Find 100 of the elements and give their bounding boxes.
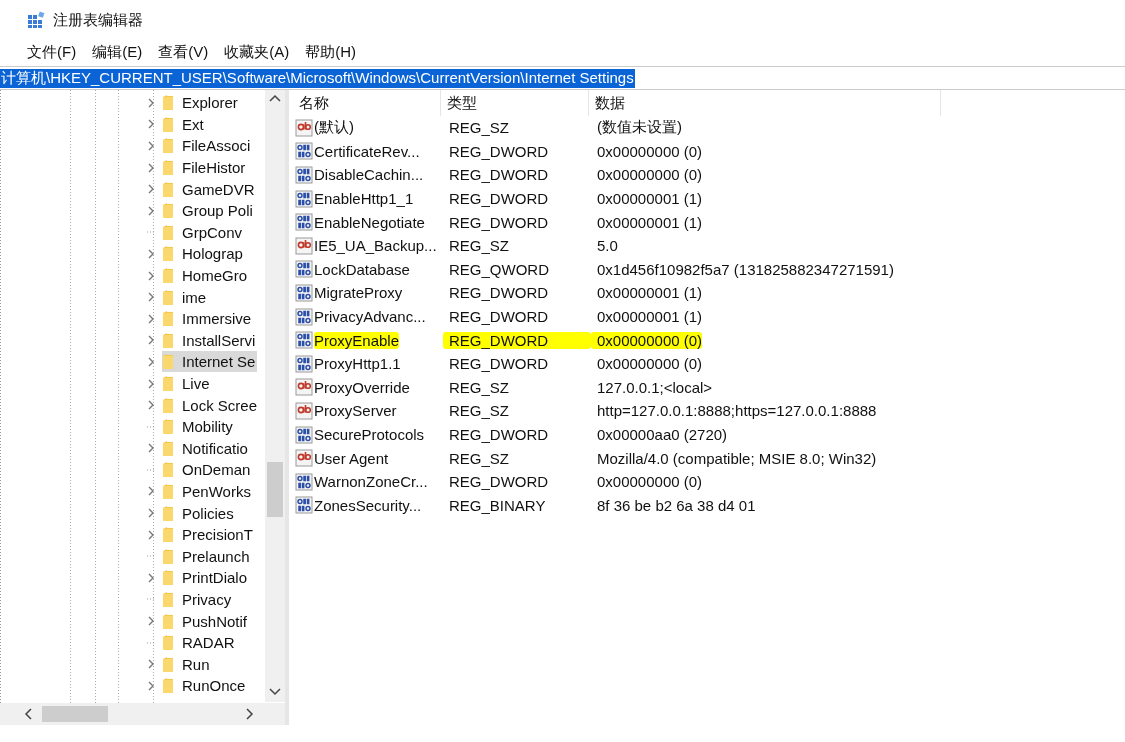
expand-chevron-icon[interactable] bbox=[146, 118, 156, 131]
tree-item[interactable]: Prelaunch bbox=[162, 545, 252, 567]
value-name[interactable]: PrivacyAdvanc... bbox=[314, 308, 426, 326]
value-type: REG_DWORD bbox=[443, 331, 591, 349]
folder-icon bbox=[162, 159, 174, 177]
expand-chevron-icon[interactable] bbox=[146, 312, 156, 325]
horizontal-scrollbar[interactable] bbox=[0, 703, 285, 725]
folder-icon bbox=[162, 331, 174, 349]
column-header[interactable]: 数据 bbox=[589, 90, 941, 116]
tree-item[interactable]: Immersive bbox=[162, 308, 254, 330]
tree-item[interactable]: Run bbox=[162, 653, 212, 675]
expand-chevron-icon[interactable] bbox=[146, 658, 156, 671]
menu-item[interactable]: 收藏夹(A) bbox=[223, 42, 291, 62]
vertical-scrollbar[interactable] bbox=[265, 90, 285, 702]
scroll-left-icon[interactable] bbox=[24, 708, 34, 720]
tree-item[interactable]: RunOnce bbox=[162, 675, 248, 697]
value-name[interactable]: WarnonZoneCr... bbox=[314, 473, 428, 491]
tree-item[interactable]: PrintDialo bbox=[162, 567, 250, 589]
tree-item[interactable]: Notificatio bbox=[162, 437, 250, 459]
tree-item[interactable]: InstallServi bbox=[162, 329, 258, 351]
menu-item[interactable]: 编辑(E) bbox=[91, 42, 144, 62]
folder-icon bbox=[162, 655, 174, 673]
expand-chevron-icon[interactable] bbox=[146, 615, 156, 628]
folder-icon bbox=[162, 288, 174, 306]
tree-item[interactable]: OnDeman bbox=[162, 459, 253, 481]
value-name[interactable]: DisableCachin... bbox=[314, 166, 424, 184]
value-name[interactable]: SecureProtocols bbox=[314, 426, 425, 443]
value-data: 0x1d456f10982f5a7 (131825882347271591) bbox=[596, 260, 894, 278]
value-data: (数值未设置) bbox=[596, 118, 682, 138]
tree-item[interactable]: FileHistor bbox=[162, 157, 248, 179]
folder-icon bbox=[162, 94, 174, 112]
tree-item[interactable]: Internet Se bbox=[162, 351, 258, 373]
column-header[interactable]: 名称 bbox=[293, 90, 441, 116]
value-name[interactable]: EnableNegotiate bbox=[314, 213, 425, 231]
value-type: REG_QWORD bbox=[448, 260, 550, 278]
value-name[interactable]: IE5_UA_Backup... bbox=[314, 237, 437, 255]
tree-item[interactable]: Ext bbox=[162, 113, 206, 135]
expand-chevron-icon[interactable] bbox=[146, 571, 156, 584]
tree-item[interactable]: PushNotif bbox=[162, 610, 250, 632]
value-name[interactable]: ZonesSecurity... bbox=[314, 496, 422, 514]
address-bar[interactable]: 计算机\HKEY_CURRENT_USER\Software\Microsoft\Windows\CurrentVersion\Internet Settings bbox=[0, 66, 1125, 90]
value-type: REG_DWORD bbox=[448, 142, 550, 160]
expand-chevron-icon[interactable] bbox=[146, 679, 156, 692]
tree-item[interactable]: Live bbox=[162, 373, 212, 394]
value-data: http=127.0.0.1:8888;https=127.0.0.1:8888 bbox=[596, 402, 877, 420]
scroll-up-icon[interactable] bbox=[269, 94, 281, 104]
tree-item[interactable]: Privacy bbox=[162, 588, 234, 610]
expand-chevron-icon[interactable] bbox=[146, 291, 156, 304]
expand-chevron-icon[interactable] bbox=[146, 96, 156, 109]
value-name[interactable]: ProxyServer bbox=[314, 402, 397, 420]
expand-chevron-icon[interactable] bbox=[146, 183, 156, 196]
value-name[interactable]: ProxyEnable bbox=[314, 331, 400, 349]
value-data: 0x00000000 (0) bbox=[596, 355, 703, 373]
expand-chevron-icon[interactable] bbox=[146, 334, 156, 347]
expand-chevron-icon[interactable] bbox=[146, 355, 156, 368]
expand-chevron-icon[interactable] bbox=[146, 442, 156, 455]
tree-item[interactable]: GameDVR bbox=[162, 178, 257, 200]
tree-item[interactable]: Explorer bbox=[162, 92, 240, 114]
tree-item[interactable]: Mobility bbox=[162, 416, 235, 438]
value-name[interactable]: User Agent bbox=[314, 449, 389, 467]
expand-chevron-icon[interactable] bbox=[146, 507, 156, 520]
value-type: REG_SZ bbox=[448, 237, 510, 255]
expand-chevron-icon[interactable] bbox=[146, 269, 156, 282]
tree-item[interactable]: RADAR bbox=[162, 632, 237, 654]
scrollbar-thumb[interactable] bbox=[42, 706, 108, 722]
folder-icon bbox=[162, 137, 174, 155]
menu-item[interactable]: 文件(F) bbox=[26, 42, 78, 62]
expand-chevron-icon[interactable] bbox=[146, 399, 156, 412]
value-name[interactable]: EnableHttp1_1 bbox=[314, 190, 414, 208]
expand-chevron-icon[interactable] bbox=[146, 485, 156, 498]
menu-item[interactable]: 查看(V) bbox=[157, 42, 210, 62]
column-header[interactable]: 类型 bbox=[441, 90, 589, 116]
expand-chevron-icon[interactable] bbox=[146, 377, 156, 390]
value-name[interactable]: ProxyOverride bbox=[314, 378, 410, 396]
value-name[interactable]: MigrateProxy bbox=[314, 284, 403, 302]
value-name[interactable]: (默认) bbox=[314, 118, 354, 138]
tree-item[interactable]: HomeGro bbox=[162, 265, 250, 287]
expand-chevron-icon[interactable] bbox=[146, 204, 156, 217]
expand-chevron-icon[interactable] bbox=[146, 247, 156, 260]
scrollbar-thumb[interactable] bbox=[267, 462, 283, 517]
tree-item[interactable]: Policies bbox=[162, 502, 236, 524]
value-data: 0x00000000 (0) bbox=[596, 142, 703, 160]
tree-item[interactable]: PenWorks bbox=[162, 481, 253, 502]
expand-chevron-icon[interactable] bbox=[146, 140, 156, 152]
value-name[interactable]: ProxyHttp1.1 bbox=[314, 355, 401, 373]
tree-item[interactable]: Holograp bbox=[162, 243, 245, 265]
expand-chevron-icon[interactable] bbox=[146, 528, 156, 541]
expand-chevron-icon[interactable] bbox=[146, 161, 156, 174]
tree-item[interactable]: FileAssoci bbox=[162, 135, 253, 157]
scroll-down-icon[interactable] bbox=[269, 686, 281, 696]
tree-item[interactable]: PrecisionT bbox=[162, 524, 255, 546]
tree-item[interactable]: Lock Scree bbox=[162, 394, 260, 416]
menu-item[interactable]: 帮助(H) bbox=[304, 42, 357, 62]
value-name[interactable]: CertificateRev... bbox=[314, 142, 420, 160]
value-name[interactable]: LockDatabase bbox=[314, 260, 410, 278]
tree-item[interactable]: ime bbox=[162, 286, 209, 308]
tree-item[interactable]: GrpConv bbox=[162, 221, 245, 243]
scroll-right-icon[interactable] bbox=[244, 708, 254, 720]
tree-item[interactable]: Group Poli bbox=[162, 200, 255, 222]
value-data: 0x00000aa0 (2720) bbox=[596, 426, 728, 443]
